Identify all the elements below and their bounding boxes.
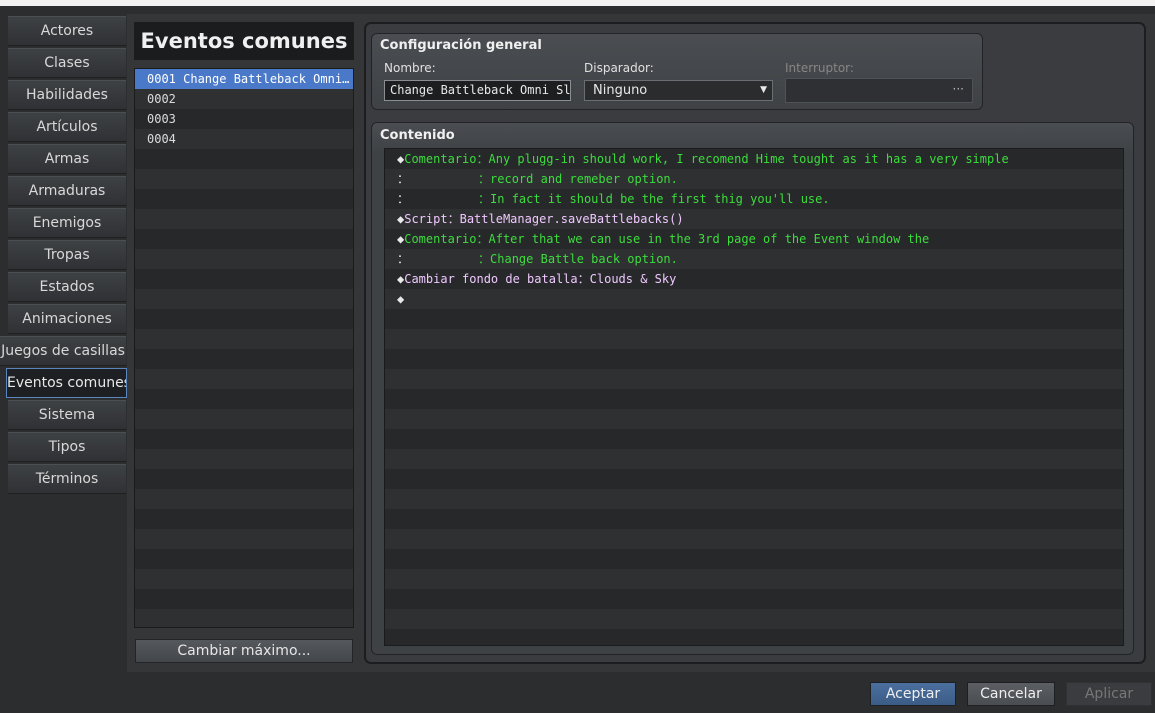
chevron-down-icon: ▼ bbox=[760, 85, 767, 95]
command-name: Cambiar fondo de batalla bbox=[404, 272, 578, 286]
name-label: Nombre: bbox=[384, 61, 436, 75]
sidebar-item-habilidades[interactable]: Habilidades bbox=[8, 80, 126, 110]
command-row[interactable]: ：：record and remeber option. bbox=[385, 169, 1123, 189]
command-row[interactable]: ◆Script：BattleManager.saveBattlebacks() bbox=[385, 209, 1123, 229]
ok-button[interactable]: Aceptar bbox=[870, 682, 956, 706]
sidebar-item-armaduras[interactable]: Armaduras bbox=[8, 176, 126, 206]
content-title: Contenido bbox=[380, 128, 455, 143]
command-separator: ： bbox=[476, 152, 489, 166]
command-name: Script bbox=[404, 212, 448, 226]
command-row[interactable]: ◆ bbox=[385, 289, 1123, 309]
name-field[interactable]: Change Battleback Omni Slash bbox=[384, 80, 571, 101]
command-separator: ： bbox=[577, 272, 590, 286]
diamond-marker-icon: ◆ bbox=[397, 292, 405, 306]
continuation-marker: ： bbox=[397, 252, 410, 266]
command-text: Clouds & Sky bbox=[589, 272, 677, 286]
sidebar-item-tipos[interactable]: Tipos bbox=[8, 432, 126, 462]
sidebar-item-actores[interactable]: Actores bbox=[8, 16, 126, 46]
sidebar-item-animaciones[interactable]: Animaciones bbox=[8, 304, 126, 334]
command-text: BattleManager.saveBattlebacks() bbox=[459, 212, 684, 226]
sidebar-item-articulos[interactable]: Artículos bbox=[8, 112, 126, 142]
trigger-label: Disparador: bbox=[584, 61, 654, 75]
sidebar-item-juegos-de-casillas[interactable]: Juegos de casillas bbox=[0, 336, 126, 366]
title-bar-strip bbox=[0, 0, 1155, 6]
command-text: Any plugg-in should work, I recomend Him… bbox=[488, 152, 1009, 166]
command-text: In fact it should be the first thig you'… bbox=[490, 192, 830, 206]
more-options-icon[interactable]: ··· bbox=[953, 82, 964, 96]
general-settings-title: Configuración general bbox=[380, 38, 542, 53]
switch-field[interactable]: ··· bbox=[785, 78, 973, 103]
common-events-list[interactable]: 0001 Change Battleback Omni Slash 0002 0… bbox=[134, 68, 354, 628]
list-item[interactable]: 0002 bbox=[135, 89, 353, 109]
command-text: After that we can use in the 3rd page of… bbox=[488, 232, 930, 246]
continuation-marker: ： bbox=[397, 172, 410, 186]
command-separator: ： bbox=[478, 172, 491, 186]
sidebar-item-terminos[interactable]: Términos bbox=[8, 464, 126, 494]
change-maximum-button[interactable]: Cambiar máximo... bbox=[135, 639, 353, 663]
command-row[interactable]: ：：Change Battle back option. bbox=[385, 249, 1123, 269]
command-separator: ： bbox=[478, 252, 491, 266]
sidebar-item-tropas[interactable]: Tropas bbox=[8, 240, 126, 270]
list-item[interactable]: 0003 bbox=[135, 109, 353, 129]
switch-label: Interruptor: bbox=[785, 61, 854, 75]
apply-button[interactable]: Aplicar bbox=[1066, 682, 1152, 706]
command-text: record and remeber option. bbox=[490, 172, 678, 186]
command-row[interactable]: ◆Comentario：Any plugg-in should work, I … bbox=[385, 149, 1123, 169]
trigger-value: Ninguno bbox=[593, 83, 648, 98]
sidebar-item-eventos-comunes[interactable]: Eventos comunes bbox=[6, 368, 127, 398]
trigger-select[interactable]: Ninguno ▼ bbox=[584, 80, 773, 101]
sidebar-item-armas[interactable]: Armas bbox=[8, 144, 126, 174]
command-row[interactable]: ◆Comentario：After that we can use in the… bbox=[385, 229, 1123, 249]
command-name: Comentario bbox=[404, 152, 477, 166]
sidebar-item-estados[interactable]: Estados bbox=[8, 272, 126, 302]
continuation-marker: ： bbox=[397, 192, 410, 206]
command-text: Change Battle back option. bbox=[490, 252, 678, 266]
list-item[interactable]: 0001 Change Battleback Omni Slash bbox=[135, 69, 353, 89]
command-separator: ： bbox=[478, 192, 491, 206]
command-row[interactable]: ：：In fact it should be the first thig yo… bbox=[385, 189, 1123, 209]
command-name: Comentario bbox=[404, 232, 477, 246]
sidebar-item-enemigos[interactable]: Enemigos bbox=[8, 208, 126, 238]
list-item[interactable]: 0004 bbox=[135, 129, 353, 149]
event-command-list[interactable]: ◆Comentario：Any plugg-in should work, I … bbox=[384, 148, 1124, 646]
command-separator: ： bbox=[447, 212, 460, 226]
command-row[interactable]: ◆Cambiar fondo de batalla：Clouds & Sky bbox=[385, 269, 1123, 289]
command-separator: ： bbox=[476, 232, 489, 246]
cancel-button[interactable]: Cancelar bbox=[967, 682, 1055, 706]
sidebar-item-clases[interactable]: Clases bbox=[8, 48, 126, 78]
list-title: Eventos comunes bbox=[134, 22, 354, 60]
sidebar-item-sistema[interactable]: Sistema bbox=[8, 400, 126, 430]
